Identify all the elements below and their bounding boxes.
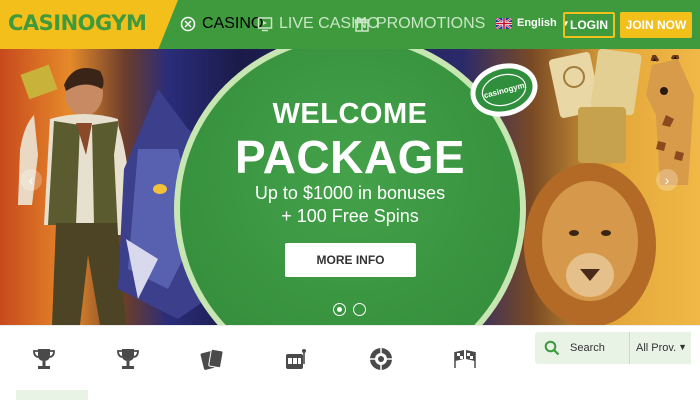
roulette-icon[interactable] <box>368 346 394 372</box>
casinogym-logo[interactable]: CASINOGYM <box>8 11 147 35</box>
language-selector[interactable]: English ▼ <box>496 17 570 29</box>
carousel-next-arrow-icon[interactable]: › <box>656 169 678 191</box>
search-label: Search <box>570 342 605 354</box>
carousel-prev-arrow-icon[interactable]: ‹ <box>20 169 42 191</box>
language-label: English <box>517 17 557 29</box>
nav-casino[interactable]: CASINO <box>180 14 263 34</box>
live-screen-icon <box>257 17 273 32</box>
gift-icon <box>354 17 370 32</box>
carousel-dot-2[interactable] <box>353 303 366 316</box>
hero-title-welcome: WELCOME <box>272 98 428 130</box>
search-icon <box>544 340 560 356</box>
carousel-dot-1[interactable] <box>333 303 346 316</box>
welcome-hero-banner[interactable]: casinogym WELCOME PACKAGE Up to $1000 in… <box>0 49 700 325</box>
join-now-button[interactable]: JOIN NOW <box>620 12 692 38</box>
provider-selected-value: All Prov. <box>636 342 677 354</box>
hero-subtitle-bonus: Up to $1000 in bonuses <box>254 183 446 203</box>
nav-promotions-label: PROMOTIONS <box>376 15 486 32</box>
top-header: CASINOGYM CASINO LIVE CASINO PROMOTIONS <box>0 0 700 49</box>
cards-icon[interactable] <box>199 346 225 372</box>
chevron-down-icon: ▼ <box>678 342 687 352</box>
hero-title-package: PACKAGE <box>234 131 466 183</box>
casino-chip-icon <box>180 16 196 32</box>
nav-casino-label: CASINO <box>202 15 264 32</box>
slot-machine-icon[interactable] <box>283 346 309 372</box>
hero-subtitle-spins: + 100 Free Spins <box>281 206 419 226</box>
provider-dropdown[interactable]: All Prov. ▼ <box>629 332 691 364</box>
more-info-button[interactable]: MORE INFO <box>285 243 416 277</box>
nav-promotions[interactable]: PROMOTIONS <box>354 14 485 34</box>
lion-image <box>524 163 656 325</box>
uk-flag-icon <box>496 17 512 29</box>
trophy-icon[interactable] <box>31 346 57 372</box>
login-button[interactable]: LOGIN <box>563 12 615 38</box>
checkered-flags-icon[interactable] <box>452 346 478 372</box>
content-tab-strip <box>16 390 88 400</box>
game-search-field[interactable]: Search <box>535 332 629 364</box>
trophy-alt-icon[interactable] <box>115 346 141 372</box>
